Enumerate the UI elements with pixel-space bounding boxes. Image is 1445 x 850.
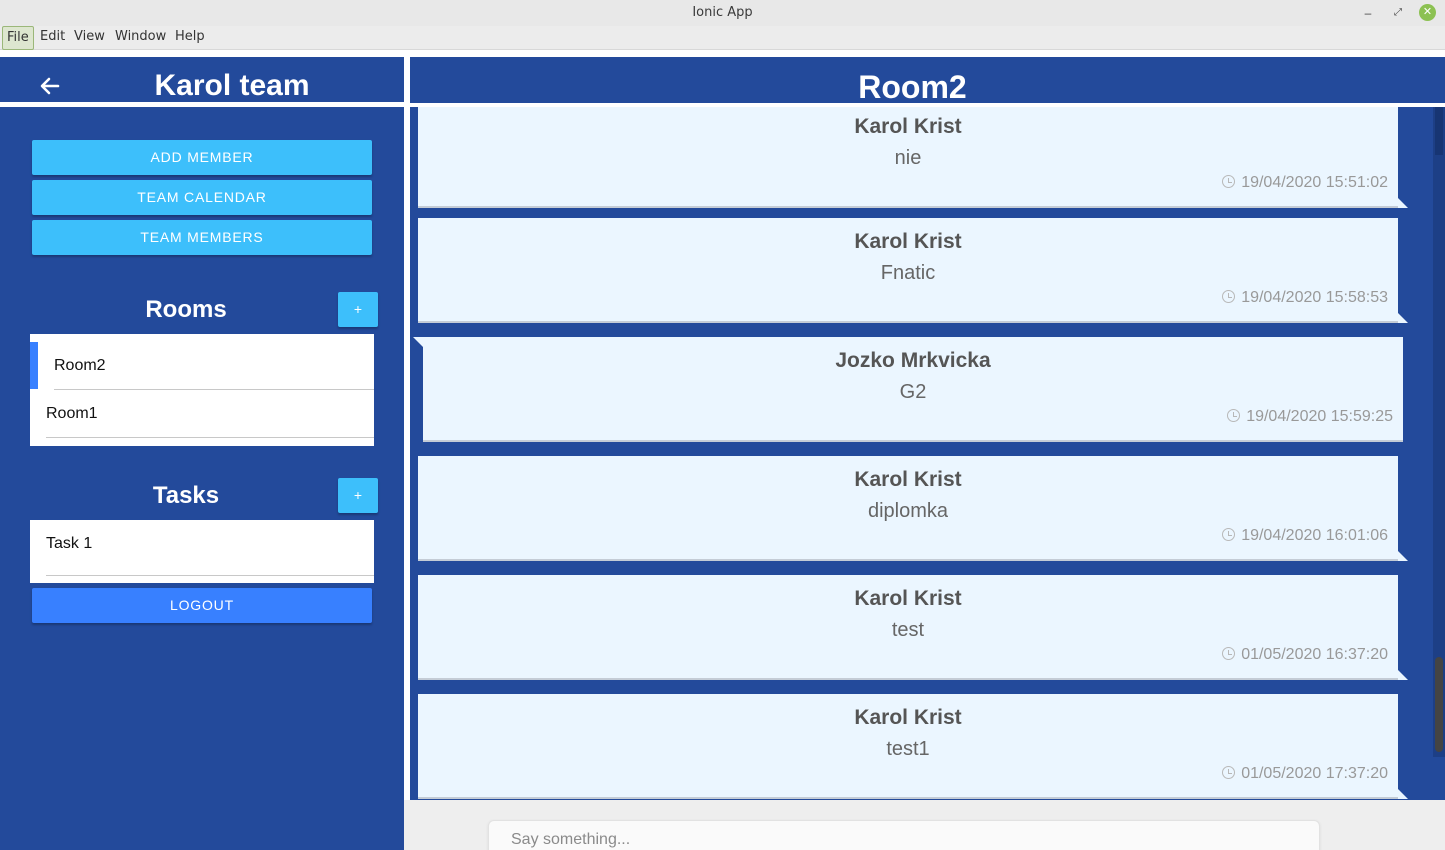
message-author: Karol Krist	[854, 587, 962, 610]
window-title: Ionic App	[692, 5, 753, 20]
main-header: Room2	[410, 57, 1445, 105]
room-item-room2[interactable]: Room2	[30, 334, 374, 390]
logout-button[interactable]: LOGOUT	[32, 588, 372, 623]
message-scrollbar[interactable]	[1433, 107, 1445, 757]
selected-indicator	[30, 342, 38, 389]
scrollbar-thumb[interactable]	[1435, 657, 1443, 752]
bubble-tail	[1398, 198, 1408, 208]
bubble-tail	[1398, 551, 1408, 561]
add-task-button[interactable]: +	[338, 478, 378, 513]
message-bubble: Jozko Mrkvicka G2 19/04/2020 15:59:25	[413, 337, 1403, 442]
add-room-button[interactable]: +	[338, 292, 378, 327]
room-label: Room1	[46, 405, 98, 422]
menu-view[interactable]: View	[70, 26, 109, 50]
clock-icon	[1227, 409, 1241, 422]
message-time: 01/05/2020 16:37:20	[1222, 646, 1388, 664]
room-item-room1[interactable]: Room1	[30, 390, 374, 438]
message-text: G2	[899, 381, 927, 403]
clock-icon	[1222, 175, 1236, 188]
chat-panel: Room2 Karol Krist nie 19/04/2020 15:51:0…	[410, 50, 1445, 850]
message-text: diplomka	[867, 500, 949, 522]
bubble-tail	[1398, 670, 1408, 680]
message-text: nie	[894, 147, 922, 169]
message-text: test1	[886, 738, 930, 760]
room-label: Room2	[54, 357, 106, 374]
menu-window[interactable]: Window	[111, 26, 170, 50]
message-author: Karol Krist	[854, 468, 962, 491]
message-time: 19/04/2020 15:58:53	[1222, 289, 1388, 307]
divider	[46, 437, 374, 438]
main-header-strip	[410, 50, 1445, 57]
message-author: Jozko Mrkvicka	[835, 349, 991, 372]
clock-icon	[1222, 647, 1236, 660]
tasks-heading: Tasks	[152, 482, 220, 509]
message-bubble: Karol Krist nie 19/04/2020 15:51:02	[418, 107, 1408, 208]
bubble-tail	[1398, 313, 1408, 323]
clock-icon	[1222, 290, 1236, 303]
menu-file[interactable]: File	[2, 26, 34, 50]
side-header-strip-bottom	[0, 102, 404, 107]
side-menu: Karol team ADD MEMBER TEAM CALENDAR TEAM…	[0, 50, 404, 850]
message-time: 19/04/2020 16:01:06	[1222, 527, 1388, 545]
side-header: Karol team	[0, 57, 404, 104]
bubble-tail	[1398, 789, 1408, 799]
message-time: 19/04/2020 15:51:02	[1222, 174, 1388, 192]
message-bubble: Karol Krist diplomka 19/04/2020 16:01:06	[418, 456, 1408, 561]
message-text: test	[891, 619, 925, 641]
room-title: Room2	[858, 69, 967, 105]
team-title: Karol team	[154, 69, 310, 102]
task-item[interactable]: Task 1	[30, 528, 374, 576]
message-author: Karol Krist	[854, 230, 962, 253]
chat-footer	[404, 800, 1445, 850]
bubble-tail	[413, 337, 423, 347]
message-text: Fnatic	[880, 262, 936, 284]
menubar: File Edit View Window Help	[0, 26, 1445, 50]
message-bubble: Karol Krist Fnatic 19/04/2020 15:58:53	[418, 218, 1408, 323]
message-list[interactable]: Karol Krist nie 19/04/2020 15:51:02 Karo…	[410, 107, 1435, 800]
message-input-container	[488, 820, 1320, 850]
task-label: Task 1	[46, 535, 93, 552]
clock-icon	[1222, 528, 1236, 541]
tasks-list: Task 1	[30, 520, 374, 583]
message-bubble: Karol Krist test 01/05/2020 16:37:20	[418, 575, 1408, 680]
add-member-button[interactable]: ADD MEMBER	[32, 140, 372, 175]
divider	[46, 575, 374, 576]
window-titlebar: Ionic App – ⤢ ✕	[0, 0, 1445, 26]
menu-edit[interactable]: Edit	[36, 26, 69, 50]
team-members-button[interactable]: TEAM MEMBERS	[32, 220, 372, 255]
rooms-heading: Rooms	[145, 296, 227, 323]
minimize-icon[interactable]: –	[1359, 4, 1377, 22]
scrollbar-track-top	[1435, 107, 1443, 155]
close-icon[interactable]: ✕	[1419, 4, 1436, 21]
message-input[interactable]	[489, 821, 1319, 850]
message-author: Karol Krist	[854, 115, 962, 138]
message-bubble: Karol Krist test1 01/05/2020 17:37:20	[418, 694, 1408, 799]
maximize-icon[interactable]: ⤢	[1389, 4, 1407, 22]
clock-icon	[1222, 766, 1236, 779]
message-author: Karol Krist	[854, 706, 962, 729]
side-header-strip	[0, 50, 404, 57]
rooms-list: Room2 Room1	[30, 334, 374, 446]
message-time: 19/04/2020 15:59:25	[1227, 408, 1393, 426]
team-calendar-button[interactable]: TEAM CALENDAR	[32, 180, 372, 215]
message-time: 01/05/2020 17:37:20	[1222, 765, 1388, 783]
menu-help[interactable]: Help	[171, 26, 209, 50]
